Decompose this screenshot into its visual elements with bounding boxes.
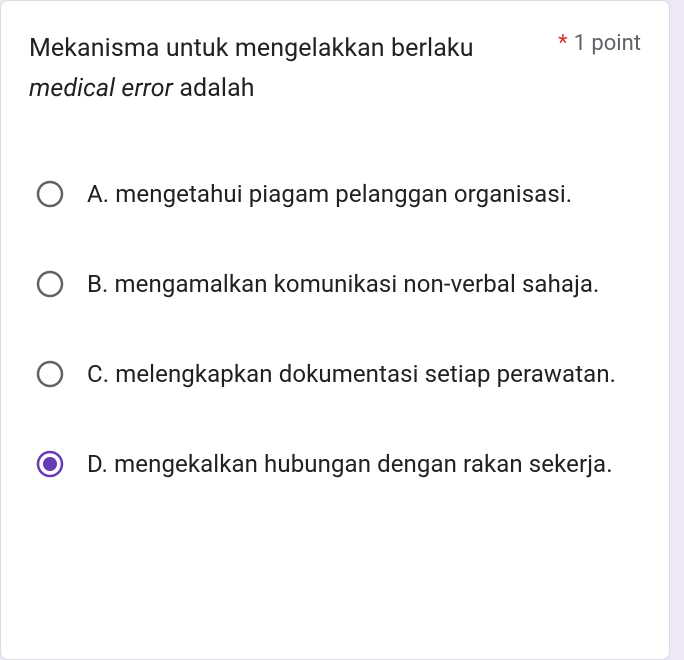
question-header: Mekanisma untuk mengelakkan berlaku medi… (29, 29, 641, 109)
question-text-italic: medical error (29, 74, 173, 103)
question-text-post: adalah (173, 74, 255, 103)
option-label: C. melengkapkan dokumentasi setiap peraw… (87, 356, 616, 392)
option-b[interactable]: B. mengamalkan komunikasi non-verbal sah… (29, 239, 641, 329)
points-label: 1 point (574, 31, 641, 56)
option-label: D. mengekalkan hubungan dengan rakan sek… (87, 446, 613, 482)
question-card: Mekanisma untuk mengelakkan berlaku medi… (0, 0, 670, 660)
radio-icon (35, 449, 65, 479)
options-group: A. mengetahui piagam pelanggan organisas… (29, 149, 641, 509)
radio-icon (35, 269, 65, 299)
option-label: A. mengetahui piagam pelanggan organisas… (87, 176, 572, 212)
option-c[interactable]: C. melengkapkan dokumentasi setiap peraw… (29, 329, 641, 419)
option-a[interactable]: A. mengetahui piagam pelanggan organisas… (29, 149, 641, 239)
required-star: * (558, 31, 567, 56)
radio-icon (35, 359, 65, 389)
option-d[interactable]: D. mengekalkan hubungan dengan rakan sek… (29, 419, 641, 509)
question-text: Mekanisma untuk mengelakkan berlaku medi… (29, 29, 558, 109)
points-wrap: * 1 point (558, 29, 641, 56)
option-label: B. mengamalkan komunikasi non-verbal sah… (87, 266, 600, 302)
question-text-pre: Mekanisma untuk mengelakkan berlaku (29, 34, 474, 63)
radio-icon (35, 179, 65, 209)
